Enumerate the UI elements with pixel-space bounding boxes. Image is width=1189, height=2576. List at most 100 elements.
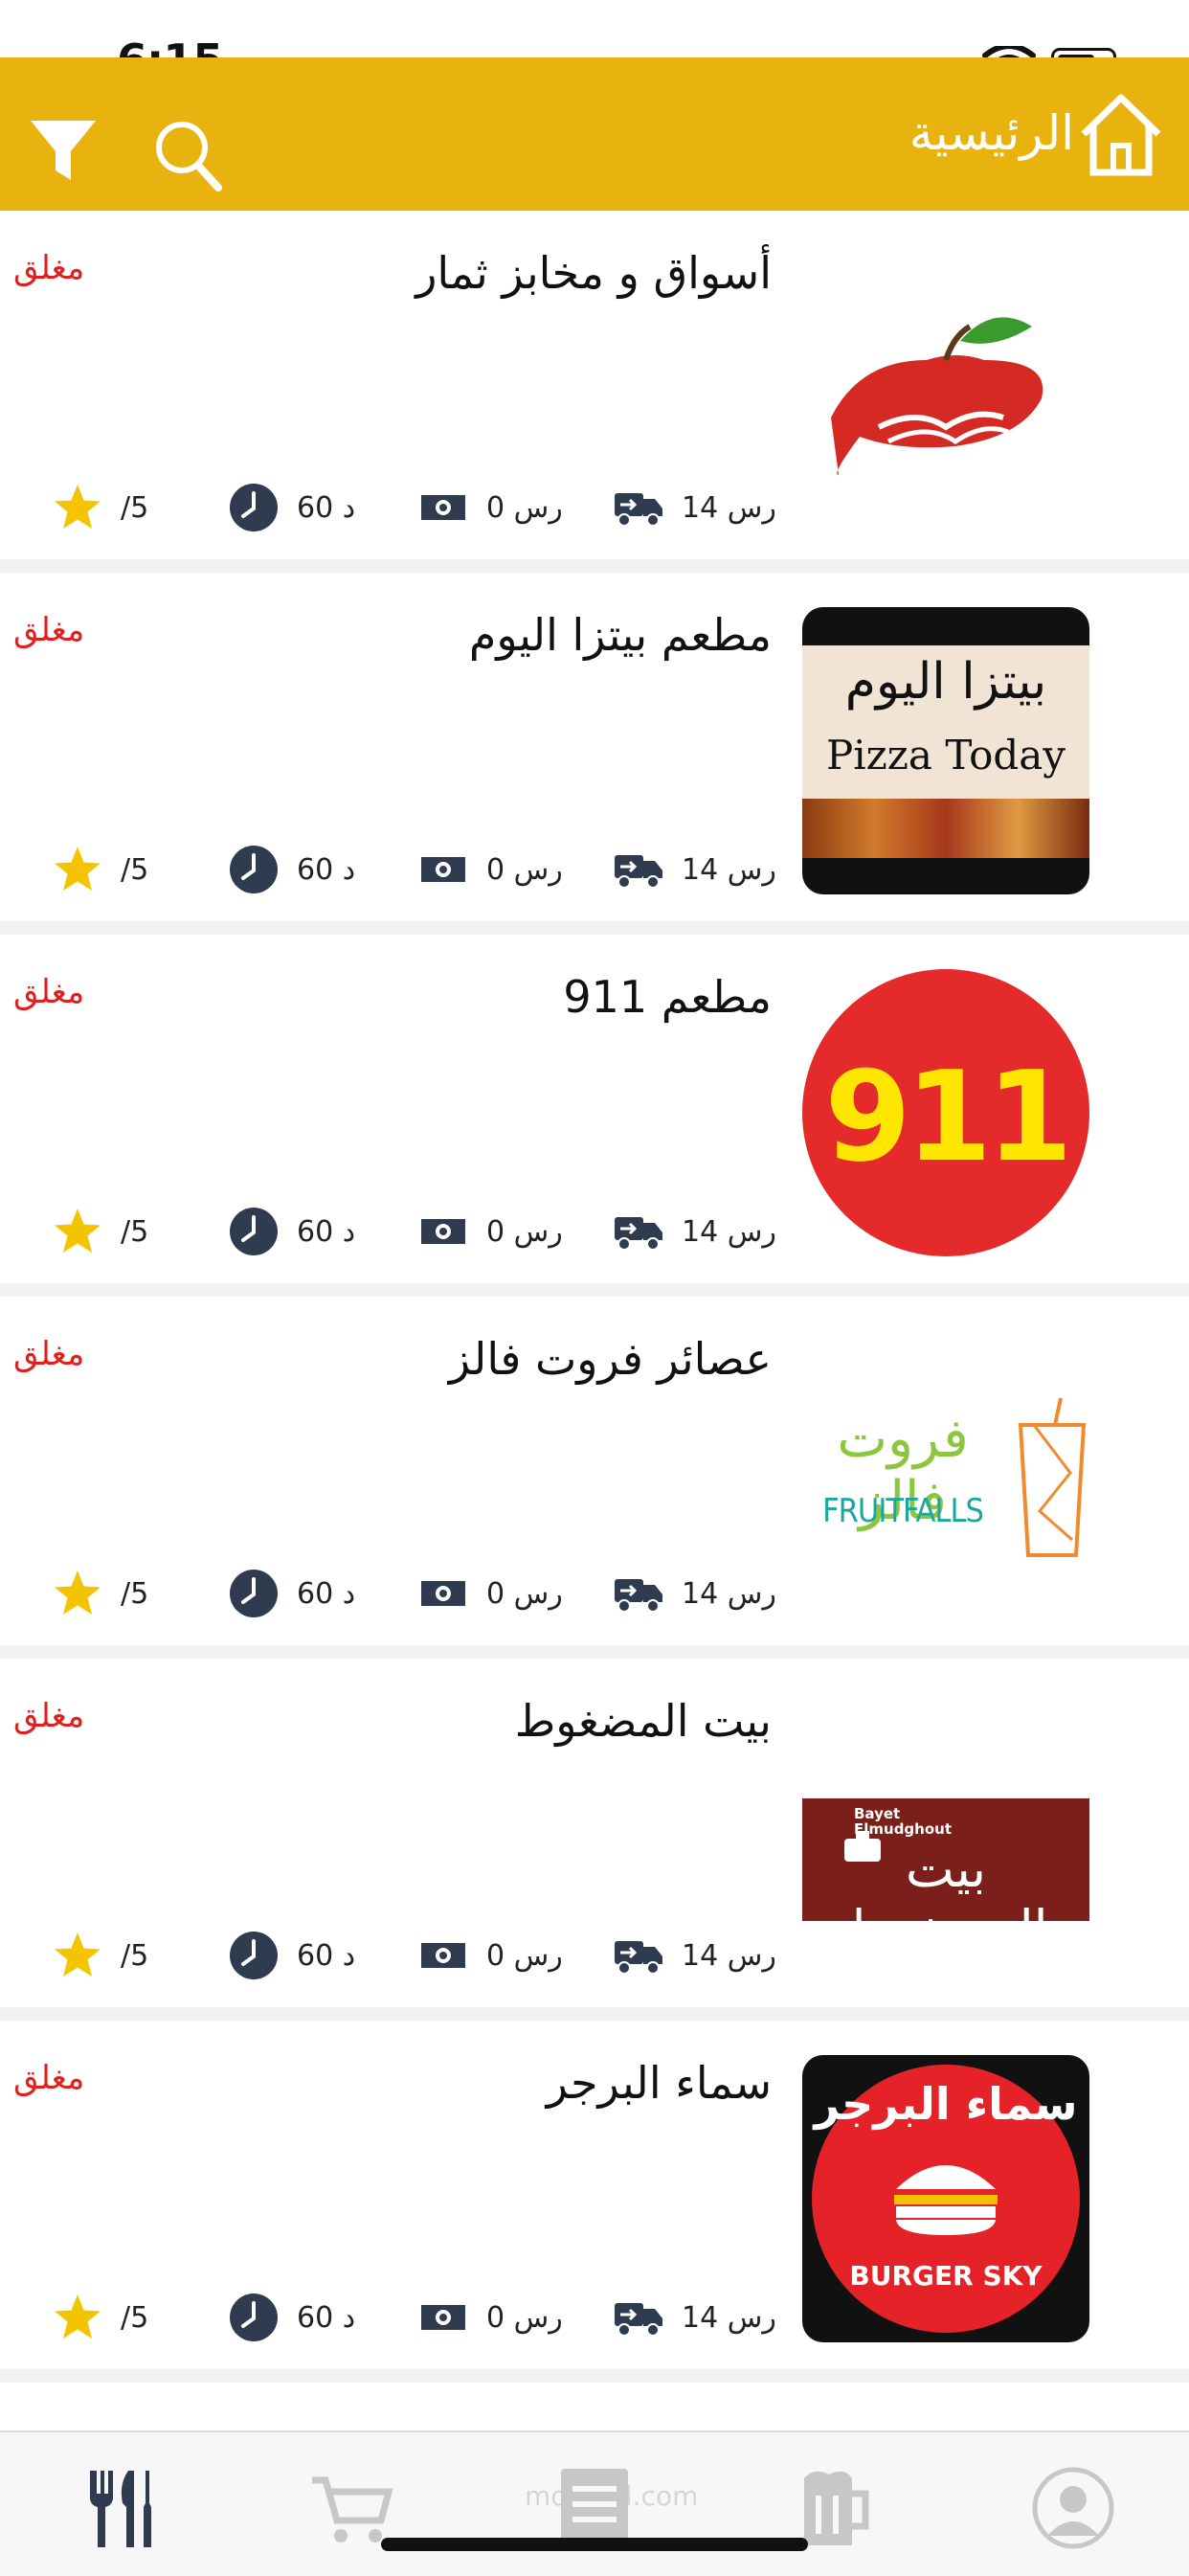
star-icon [55,2294,101,2339]
delivery-truck-icon [615,1941,662,1975]
clock-icon [230,1208,278,1255]
delivery-fee: 14 رس [613,1927,776,1984]
burger-sky-logo-ar: سماء البرجر [814,2078,1078,2130]
delivery-fee-value: 14 رس [682,2300,776,2335]
delivery-time-value: 60 د [297,1214,356,1249]
juice-glass-icon [1018,1397,1087,1557]
cash-icon [421,495,465,520]
delivery-fee-value: 14 رس [682,1214,776,1249]
page-title: الرئيسية [909,105,1074,161]
restaurant-card[interactable]: مغلق مطعم بيتزا اليوم بيتزا اليوم Pizza … [0,573,1189,921]
clock-icon [230,484,278,531]
restaurant-info-row: 14 رس 0 رس 60 د /5 [0,1565,1189,1622]
restaurant-card[interactable]: مغلق سماء البرجر سماء البرجر BURGER SKY … [0,2021,1189,2369]
star-icon [55,485,101,529]
cart-icon[interactable] [308,2465,394,2551]
restaurant-card[interactable]: مغلق بيت المضغوط Bayet Elmudghout بيت ال… [0,1659,1189,2007]
911-logo-text: 911 [824,1044,1072,1189]
delivery-time: 60 د [228,1565,355,1622]
restaurant-info-row: 14 رس 0 رس 60 د /5 [0,1203,1189,1260]
cash-icon [421,1581,465,1606]
delivery-fee: 14 رس [613,1565,776,1622]
min-order: 0 رس [417,1203,563,1260]
delivery-time-value: 60 د [297,2300,356,2335]
delivery-time: 60 د [228,2289,355,2346]
home-icon[interactable] [1078,90,1164,178]
min-order-value: 0 رس [486,852,563,887]
pizza-today-logo-ar: بيتزا اليوم [844,653,1047,711]
closed-status: مغلق [13,249,85,287]
delivery-time: 60 د [228,841,355,898]
star-icon [55,1932,101,1977]
filter-icon[interactable] [29,117,98,186]
home-indicator [381,2538,808,2551]
delivery-fee: 14 رس [613,841,776,898]
delivery-fee: 14 رس [613,2289,776,2346]
min-order: 0 رس [417,1565,563,1622]
delivery-time-value: 60 د [297,852,356,887]
restaurant-card[interactable]: مغلق مطعم 911 911 14 رس 0 رس 60 د /5 [0,935,1189,1283]
closed-status: مغلق [13,1335,85,1373]
pizza-today-logo-en: Pizza Today [825,732,1066,779]
status-bar: 6:15 •••• [0,0,1189,93]
rating: /5 [52,1565,148,1622]
restaurant-name: بيت المضغوط [514,1695,772,1747]
restaurant-info-row: 14 رس 0 رس 60 د /5 [0,1927,1189,1984]
min-order-value: 0 رس [486,1214,563,1249]
delivery-truck-icon [615,1579,662,1613]
restaurant-name: عصائر فروت فالز [448,1333,772,1385]
delivery-time: 60 د [228,479,355,536]
rating-value: /5 [121,490,149,525]
delivery-time-value: 60 د [297,1576,356,1611]
delivery-fee: 14 رس [613,479,776,536]
rating: /5 [52,1203,148,1260]
restaurant-card[interactable]: مغلق أسواق و مخابز ثمار 14 رس 0 رس 60 د … [0,211,1189,559]
cash-icon [421,1219,465,1244]
delivery-fee-value: 14 رس [682,852,776,887]
restaurant-name: مطعم بيتزا اليوم [468,609,772,661]
rating-value: /5 [121,2300,149,2335]
search-icon[interactable] [151,117,224,193]
fork-knife-icon[interactable] [77,2465,163,2551]
star-icon [55,1209,101,1253]
delivery-time-value: 60 د [297,1938,356,1973]
star-icon [55,847,101,891]
top-app-bar: الرئيسية [0,57,1189,211]
rating: /5 [52,2289,148,2346]
profile-icon[interactable] [1030,2465,1116,2551]
restaurant-name: أسواق و مخابز ثمار [415,247,772,299]
delivery-fee-value: 14 رس [682,490,776,525]
rating: /5 [52,479,148,536]
min-order: 0 رس [417,479,563,536]
delivery-truck-icon [615,2303,662,2337]
clock-icon [230,846,278,893]
burger-icon [894,2165,998,2235]
cash-icon [421,2305,465,2330]
delivery-fee-value: 14 رس [682,1938,776,1973]
clock-icon [230,1932,278,1979]
rating: /5 [52,1927,148,1984]
delivery-truck-icon [615,855,662,889]
restaurant-card[interactable]: مغلق عصائر فروت فالز فروت فالز FRUITFALL… [0,1297,1189,1645]
rating-value: /5 [121,1214,149,1249]
delivery-time: 60 د [228,1927,355,1984]
restaurant-info-row: 14 رس 0 رس 60 د /5 [0,841,1189,898]
rating-value: /5 [121,852,149,887]
rating-value: /5 [121,1576,149,1611]
delivery-truck-icon [615,493,662,527]
restaurant-info-row: 14 رس 0 رس 60 د /5 [0,479,1189,536]
cash-icon [421,857,465,882]
min-order-value: 0 رس [486,1576,563,1611]
restaurant-name: مطعم 911 [563,971,772,1023]
min-order-value: 0 رس [486,2300,563,2335]
min-order: 0 رس [417,841,563,898]
restaurant-info-row: 14 رس 0 رس 60 د /5 [0,2289,1189,2346]
cash-icon [421,1943,465,1968]
bottom-tab-bar: mostaql.com [0,2430,1189,2576]
closed-status: مغلق [13,611,85,649]
closed-status: مغلق [13,973,85,1011]
delivery-time-value: 60 د [297,490,356,525]
delivery-fee: 14 رس [613,1203,776,1260]
pressure-pot-icon [844,1831,881,1862]
min-order: 0 رس [417,2289,563,2346]
